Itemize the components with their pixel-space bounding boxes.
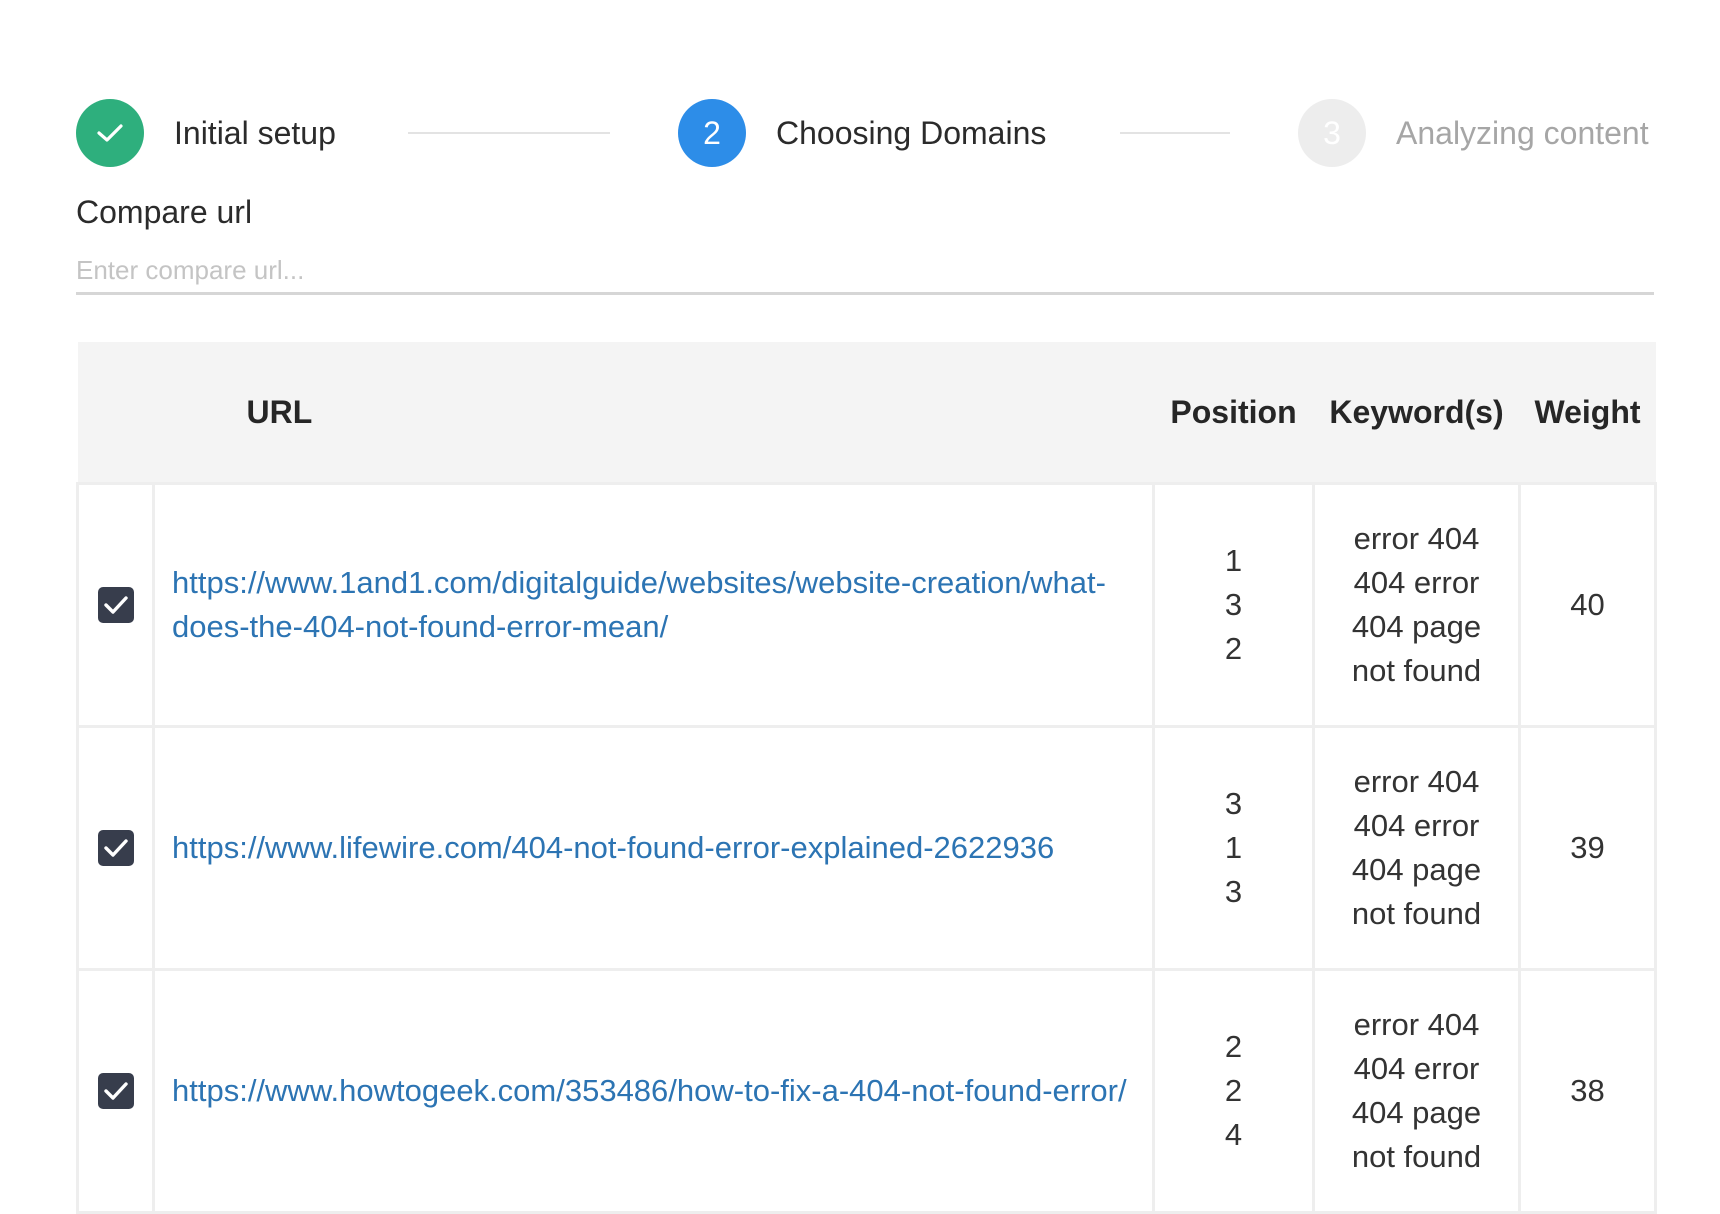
table-row: https://www.lifewire.com/404-not-found-e… xyxy=(76,725,1657,971)
keyword-value: 404 page xyxy=(1351,609,1482,644)
table-row: https://www.1and1.com/digitalguide/websi… xyxy=(76,482,1657,728)
checkbox-checked-icon xyxy=(103,839,128,857)
check-icon xyxy=(97,124,123,142)
row-select-cell xyxy=(76,725,155,971)
position-value: 2 xyxy=(1224,1073,1243,1108)
checkbox-checked-icon xyxy=(103,596,128,614)
position-value: 3 xyxy=(1224,587,1243,622)
row-keywords-cell: error 404 404 error 404 page not found xyxy=(1312,968,1521,1214)
step-2-label: Choosing Domains xyxy=(776,114,1047,151)
row-keywords-cell: error 404 404 error 404 page not found xyxy=(1312,482,1521,728)
keyword-value: error 404 xyxy=(1353,521,1480,556)
row-select-cell xyxy=(76,968,155,1214)
row-url-cell: https://www.howtogeek.com/353486/how-to-… xyxy=(152,968,1155,1214)
step-3-label: Analyzing content xyxy=(1396,114,1649,151)
keyword-value: 404 page xyxy=(1351,852,1482,887)
keyword-value: not found xyxy=(1351,1139,1482,1174)
select-column-header xyxy=(77,342,154,485)
step-connector-1 xyxy=(408,132,610,134)
step-choosing-domains[interactable]: 2 Choosing Domains xyxy=(678,98,1046,168)
table-body: https://www.1and1.com/digitalguide/websi… xyxy=(76,482,1657,1214)
row-weight-cell: 40 xyxy=(1518,482,1657,728)
page: Initial setup 2 Choosing Domains 3 Analy… xyxy=(0,0,1720,1214)
row-url-link[interactable]: https://www.howtogeek.com/353486/how-to-… xyxy=(172,1073,1127,1108)
table-header-row: URL Position Keyword(s) Weight xyxy=(77,342,1656,485)
row-position-cell: 2 2 4 xyxy=(1152,968,1315,1214)
row-position-cell: 1 3 2 xyxy=(1152,482,1315,728)
step-1-circle xyxy=(76,99,144,167)
row-url-link[interactable]: https://www.lifewire.com/404-not-found-e… xyxy=(172,830,1054,865)
compare-url-label: Compare url xyxy=(76,194,253,230)
keyword-value: not found xyxy=(1351,896,1482,931)
domains-table: URL Position Keyword(s) Weight https://w… xyxy=(76,342,1657,1214)
keyword-value: 404 error xyxy=(1353,808,1480,843)
keyword-value: error 404 xyxy=(1353,764,1480,799)
weight-column-header[interactable]: Weight xyxy=(1519,342,1656,485)
row-url-cell: https://www.lifewire.com/404-not-found-e… xyxy=(152,725,1155,971)
step-2-circle: 2 xyxy=(678,99,746,167)
row-url-cell: https://www.1and1.com/digitalguide/websi… xyxy=(152,482,1155,728)
keyword-value: error 404 xyxy=(1353,1007,1480,1042)
step-3-number: 3 xyxy=(1323,114,1341,151)
position-value: 1 xyxy=(1224,830,1243,865)
step-3-circle: 3 xyxy=(1298,99,1366,167)
position-value: 1 xyxy=(1224,543,1243,578)
keyword-value: not found xyxy=(1351,653,1482,688)
position-value: 3 xyxy=(1224,874,1243,909)
keyword-value: 404 error xyxy=(1353,1051,1480,1086)
position-value: 2 xyxy=(1224,1029,1243,1064)
row-checkbox[interactable] xyxy=(97,1073,134,1109)
compare-url-input[interactable] xyxy=(76,248,1654,295)
row-checkbox[interactable] xyxy=(97,587,134,623)
step-initial-setup[interactable]: Initial setup xyxy=(76,98,336,168)
step-analyzing-content[interactable]: 3 Analyzing content xyxy=(1298,98,1649,168)
row-weight-cell: 39 xyxy=(1518,725,1657,971)
step-connector-2 xyxy=(1120,132,1230,134)
row-checkbox[interactable] xyxy=(97,830,134,866)
stepper: Initial setup 2 Choosing Domains 3 Analy… xyxy=(76,98,1654,168)
checkbox-checked-icon xyxy=(103,1082,128,1100)
position-value: 3 xyxy=(1224,786,1243,821)
url-column-header[interactable]: URL xyxy=(153,342,1154,485)
position-column-header[interactable]: Position xyxy=(1153,342,1314,485)
position-value: 4 xyxy=(1224,1117,1243,1152)
keywords-column-header[interactable]: Keyword(s) xyxy=(1313,342,1520,485)
position-value: 2 xyxy=(1224,631,1243,666)
row-url-link[interactable]: https://www.1and1.com/digitalguide/websi… xyxy=(172,565,1106,644)
row-select-cell xyxy=(76,482,155,728)
domains-table-wrapper: URL Position Keyword(s) Weight https://w… xyxy=(76,342,1657,1214)
step-1-label: Initial setup xyxy=(174,114,336,151)
row-keywords-cell: error 404 404 error 404 page not found xyxy=(1312,725,1521,971)
table-header: URL Position Keyword(s) Weight xyxy=(77,342,1656,485)
step-2-number: 2 xyxy=(703,114,721,151)
table-row: https://www.howtogeek.com/353486/how-to-… xyxy=(76,968,1657,1214)
row-position-cell: 3 1 3 xyxy=(1152,725,1315,971)
keyword-value: 404 page xyxy=(1351,1095,1482,1130)
keyword-value: 404 error xyxy=(1353,565,1480,600)
row-weight-cell: 38 xyxy=(1518,968,1657,1214)
